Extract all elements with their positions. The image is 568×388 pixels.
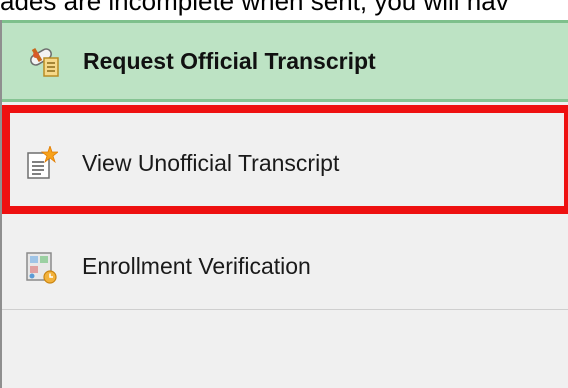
- instruction-text: ades are incomplete when sent, you will …: [0, 0, 509, 16]
- transcript-page: ades are incomplete when sent, you will …: [0, 0, 568, 388]
- menu-item-enrollment-verification[interactable]: Enrollment Verification: [2, 224, 568, 310]
- document-star-icon: [24, 146, 58, 180]
- menu-item-label: View Unofficial Transcript: [82, 149, 340, 176]
- menu-item-view-unofficial-transcript[interactable]: View Unofficial Transcript: [2, 114, 568, 212]
- menu-item-label: Enrollment Verification: [82, 253, 311, 279]
- menu-item-label: Request Official Transcript: [83, 47, 376, 74]
- verification-form-icon: [24, 250, 58, 284]
- transcript-menu: Request Official Transcript View Unoffic…: [0, 20, 568, 388]
- diploma-scroll-icon: [27, 44, 61, 78]
- menu-item-request-official-transcript[interactable]: Request Official Transcript: [2, 20, 568, 102]
